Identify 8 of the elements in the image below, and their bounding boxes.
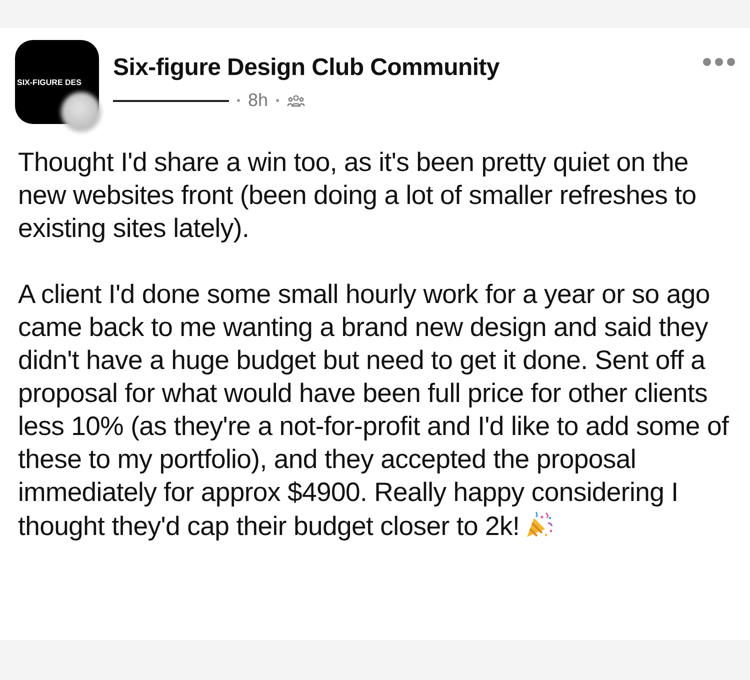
post-text: Thought I'd share a win too, as it's been pretty quiet on the new websites front (been doing a lot of smaller refreshes to existing sites lately). [18,146,698,245]
more-options-button[interactable] [703,58,735,66]
group-name[interactable]: Six-figure Design Club Community [113,54,703,82]
group-people-icon [287,94,306,108]
separator-dot [237,99,240,102]
separator-dot [276,99,280,102]
post-text: A client I'd done some small hourly work for a year or so ago came back to me wanting a brand new design and said they didn't have a huge budget but need to get it done. Sent off a proposal for what would have been full price for other clients less 10% (as they're a not-for-profit and I'd like to add some of these to my portfolio), and they accepted the proposal immediately for approx $4900. Really happy considering I thought they'd cap their budget closer to 2k! [18,278,730,543]
post-time[interactable]: 8h [248,90,268,111]
